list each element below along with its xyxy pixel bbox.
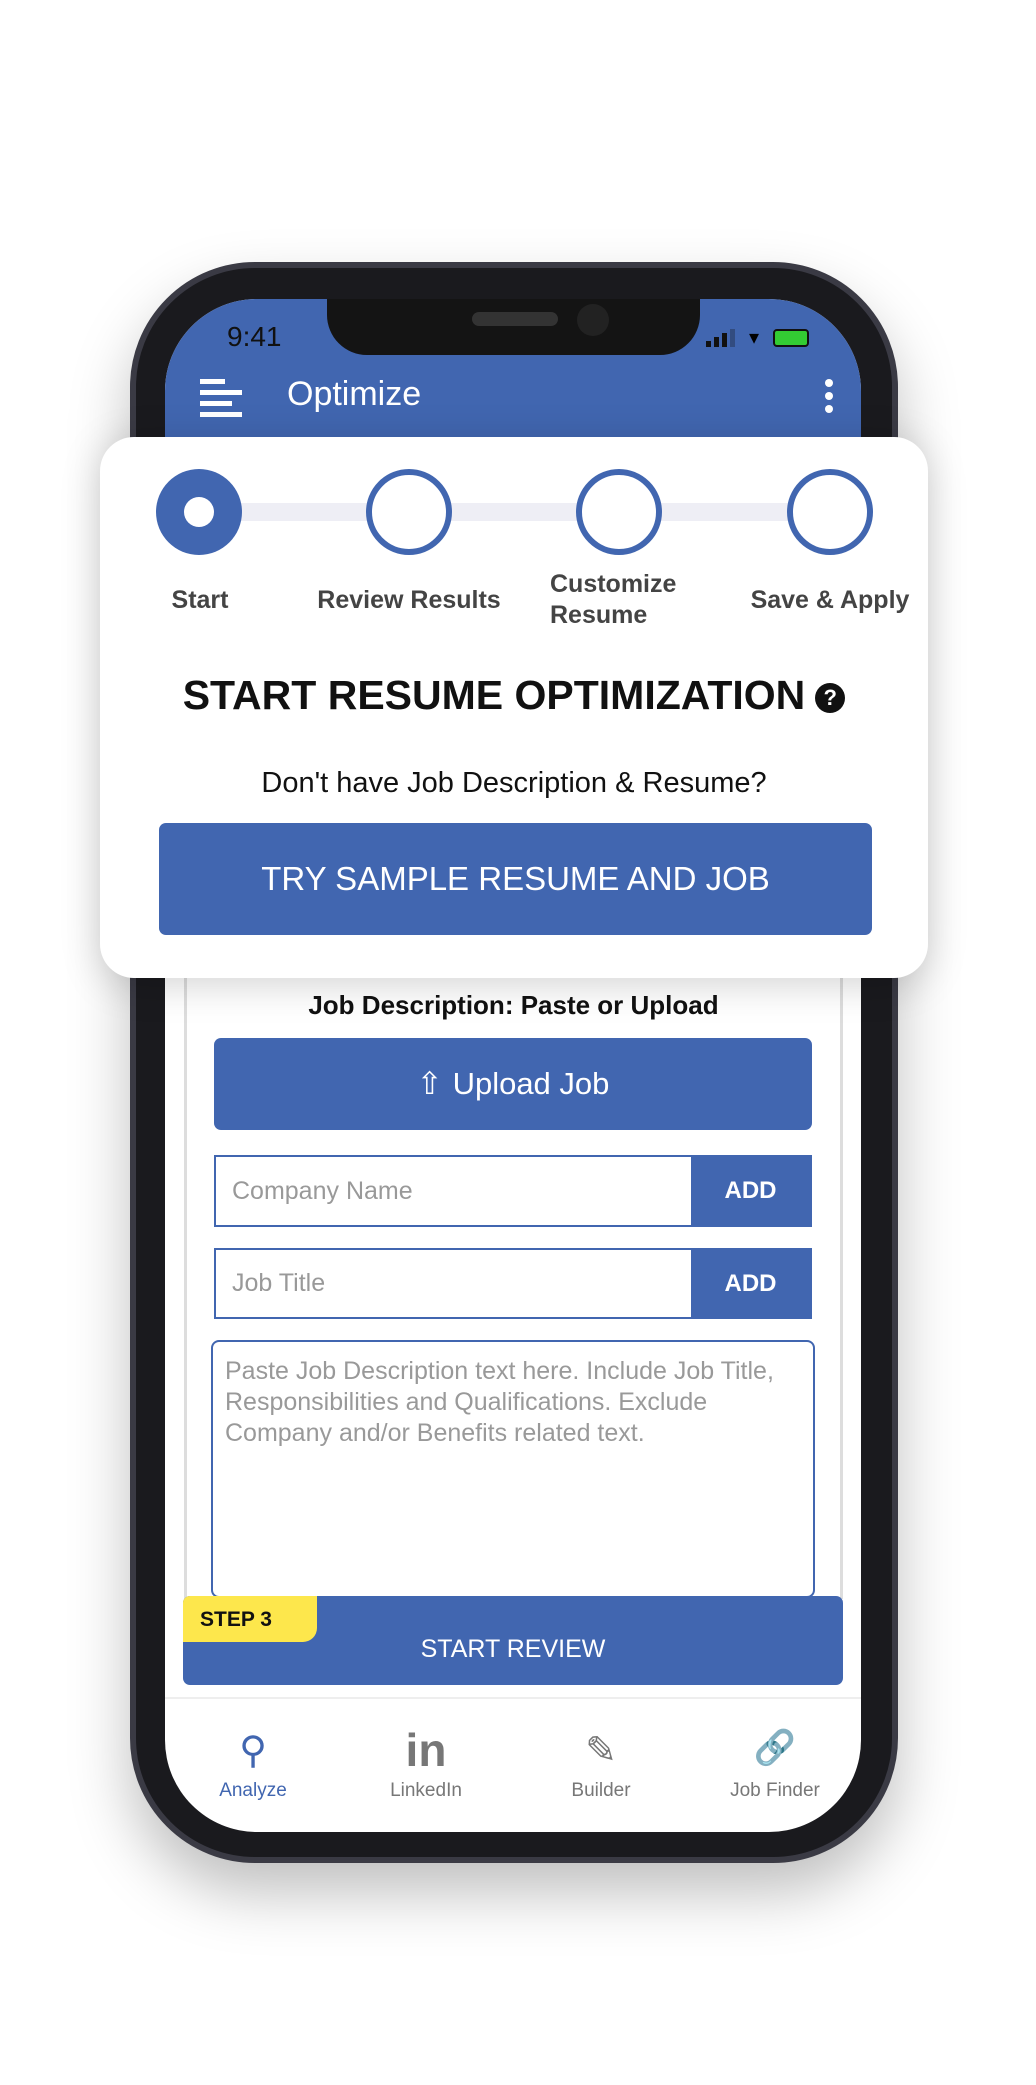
step-review-results[interactable] bbox=[366, 469, 452, 555]
job-title-input[interactable]: Job Title bbox=[216, 1250, 691, 1317]
edit-icon: ✎ bbox=[585, 1730, 617, 1772]
upload-icon: ⇧ bbox=[416, 1066, 443, 1101]
stepper-track bbox=[199, 503, 830, 521]
link-icon: 🔗 bbox=[753, 1729, 797, 1767]
job-description-textarea[interactable]: Paste Job Description text here. Include… bbox=[211, 1340, 815, 1598]
help-icon[interactable]: ? bbox=[815, 683, 846, 714]
job-title-field[interactable]: Job Title ADD bbox=[214, 1248, 812, 1319]
tab-label: Builder bbox=[571, 1780, 631, 1801]
company-name-input[interactable]: Company Name bbox=[216, 1157, 691, 1225]
status-time: 9:41 bbox=[227, 321, 282, 352]
speaker bbox=[472, 312, 558, 326]
tab-label: Job Finder bbox=[730, 1780, 820, 1801]
tab-bar-divider bbox=[165, 1697, 861, 1699]
linkedin-icon: in bbox=[405, 1724, 447, 1776]
page-title: Optimize bbox=[287, 375, 422, 413]
step-label: Start bbox=[171, 586, 229, 614]
step-badge: STEP 3 bbox=[183, 1596, 317, 1642]
tab-label: Analyze bbox=[219, 1780, 287, 1801]
signal-icon bbox=[705, 328, 735, 347]
tab-job-finder[interactable]: 🔗 Job Finder bbox=[688, 1728, 862, 1802]
try-sample-button[interactable]: TRY SAMPLE RESUME AND JOB bbox=[159, 823, 872, 935]
upload-job-button[interactable]: ⇧ Upload Job bbox=[214, 1038, 812, 1130]
notch bbox=[327, 299, 700, 355]
job-heading: Job Description: Paste or Upload bbox=[308, 990, 719, 1020]
step-customize-resume[interactable] bbox=[576, 469, 662, 555]
step-label: Customize Resume bbox=[550, 570, 677, 629]
step-label: Review Results bbox=[317, 586, 501, 614]
card-title-text: START RESUME OPTIMIZATION bbox=[182, 672, 806, 718]
add-company-button[interactable]: ADD bbox=[691, 1157, 810, 1225]
tab-label: LinkedIn bbox=[390, 1780, 462, 1801]
step-label: Save & Apply bbox=[750, 586, 910, 614]
company-name-field[interactable]: Company Name ADD bbox=[214, 1155, 812, 1227]
tab-linkedin[interactable]: in LinkedIn bbox=[339, 1724, 513, 1802]
upload-job-label: Upload Job bbox=[452, 1066, 610, 1101]
step-save-apply[interactable] bbox=[787, 469, 873, 555]
optimization-card: Start Review Results Customize Resume Sa… bbox=[100, 437, 928, 978]
search-icon: ⚲ bbox=[239, 1730, 267, 1772]
tab-builder[interactable]: ✎ Builder bbox=[514, 1728, 688, 1802]
tab-analyze[interactable]: ⚲ Analyze bbox=[166, 1728, 340, 1802]
kebab-icon[interactable] bbox=[825, 379, 833, 418]
hamburger-icon[interactable] bbox=[200, 379, 242, 423]
card-title: START RESUME OPTIMIZATION? bbox=[100, 672, 928, 719]
battery-icon bbox=[773, 328, 809, 347]
wifi-icon: ▾ bbox=[748, 327, 759, 349]
camera bbox=[577, 304, 609, 336]
step-start[interactable] bbox=[156, 469, 242, 555]
add-title-button[interactable]: ADD bbox=[691, 1250, 810, 1317]
status-icons: ▾ bbox=[705, 325, 809, 350]
card-subtitle: Don't have Job Description & Resume? bbox=[261, 767, 767, 799]
